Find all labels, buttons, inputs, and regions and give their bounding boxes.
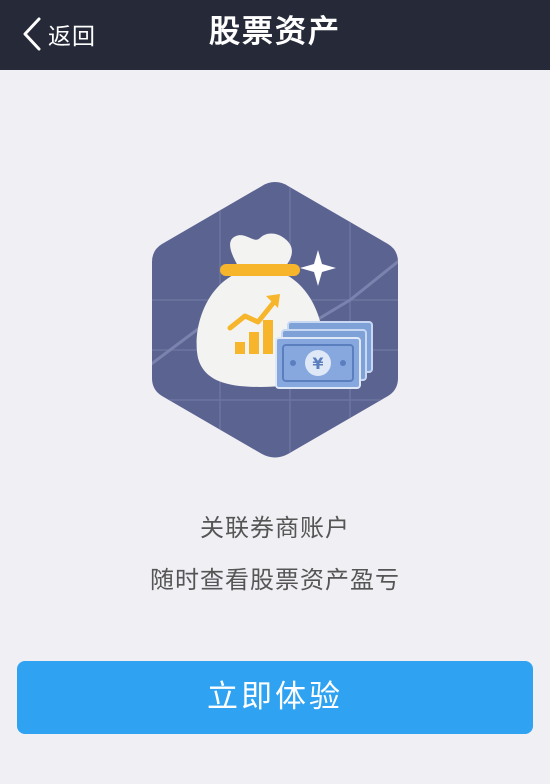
top-navigation-bar: 返回 股票资产 (0, 0, 550, 70)
page-title: 股票资产 (209, 14, 341, 50)
banknotes-icon: ¥ (275, 321, 373, 389)
description-line-2: 随时查看股票资产盈亏 (150, 566, 400, 594)
money-bag-illustration-icon: ¥ (152, 182, 398, 458)
description-line-1: 关联券商账户 (200, 514, 350, 542)
hero-illustration: ¥ (150, 180, 400, 460)
try-now-button[interactable]: 立即体验 (17, 661, 533, 734)
svg-text:¥: ¥ (312, 354, 323, 373)
